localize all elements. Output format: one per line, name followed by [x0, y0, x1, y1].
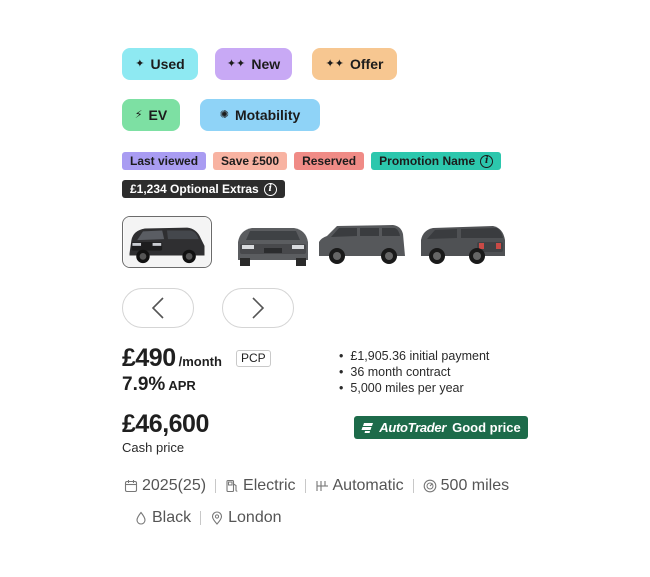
motability-icon: ✺ — [219, 108, 229, 121]
list-item: 36 month contract — [339, 364, 489, 380]
new-badge-label: New — [251, 56, 281, 72]
finance-details-list: £1,905.36 initial payment 36 month contr… — [339, 348, 489, 396]
chevron-right-icon — [252, 297, 265, 319]
offer-badge: ✦✦ Offer — [312, 48, 397, 80]
sparkles-icon: ✦✦ — [226, 57, 246, 70]
ev-badge: ⚡ EV — [122, 99, 180, 131]
price-indicator-rating: Good price — [452, 420, 521, 435]
car-image — [317, 216, 407, 268]
promotion-tag-label: Promotion Name — [379, 154, 476, 168]
monthly-price: £490 — [122, 344, 176, 372]
chevron-left-icon — [151, 297, 164, 319]
info-icon[interactable]: i — [480, 154, 494, 168]
optional-extras-tag[interactable]: £1,234 Optional Extras i — [122, 180, 285, 198]
list-item: 5,000 miles per year — [339, 380, 489, 396]
per-month-label: /month — [178, 354, 222, 369]
specs-row: Black London — [134, 509, 282, 527]
motability-badge-label: Motability — [234, 107, 301, 123]
gallery-thumbnail-side[interactable] — [317, 216, 407, 268]
new-badge: ✦✦ New — [215, 48, 292, 80]
offer-badge-label: Offer — [349, 56, 384, 72]
autotrader-logo-icon — [361, 422, 374, 433]
registration-year: 2025(25) — [142, 477, 207, 494]
ev-badge-label: EV — [148, 107, 168, 123]
price-indicator-badge: AutoTrader Good price — [354, 416, 528, 439]
gallery-thumbnail-front[interactable] — [228, 216, 318, 268]
list-item: £1,905.36 initial payment — [339, 348, 489, 364]
colour: Black — [152, 509, 192, 526]
sparkles-icon: ✦✦ — [325, 57, 344, 70]
previous-image-button[interactable] — [122, 288, 194, 328]
car-image — [417, 216, 507, 268]
finance-type-badge: PCP — [236, 350, 271, 367]
used-badge-label: Used — [150, 56, 185, 72]
price-indicator-brand: AutoTrader — [379, 420, 447, 435]
car-image — [228, 216, 318, 268]
gallery-thumbnail-rear-three-quarter[interactable] — [417, 216, 507, 268]
used-badge: ✦ Used — [122, 48, 198, 80]
specs-row: 2025(25) Electric Automatic 500 miles — [124, 477, 509, 495]
location-pin-icon — [210, 511, 224, 525]
cash-price-label: Cash price — [122, 440, 185, 455]
info-icon[interactable]: i — [263, 182, 277, 196]
reserved-tag: Reserved — [294, 152, 365, 170]
odometer-icon — [423, 479, 437, 493]
location: London — [228, 509, 282, 526]
mileage: 500 miles — [440, 477, 510, 494]
save-tag: Save £500 — [213, 152, 288, 170]
paint-drop-icon — [134, 511, 148, 525]
sparkle-icon: ✦ — [135, 57, 145, 70]
optional-extras-label: £1,234 Optional Extras — [130, 182, 259, 196]
next-image-button[interactable] — [222, 288, 294, 328]
cash-price: £46,600 — [122, 410, 209, 438]
calendar-icon — [124, 479, 138, 493]
transmission: Automatic — [332, 477, 404, 494]
apr-value: 7.9% — [122, 374, 166, 395]
lightning-icon: ⚡ — [134, 108, 143, 121]
gallery-thumbnail-front-three-quarter[interactable] — [122, 216, 212, 268]
motability-badge: ✺ Motability — [200, 99, 320, 131]
fuel-pump-icon — [225, 479, 239, 493]
last-viewed-tag: Last viewed — [122, 152, 207, 170]
apr-label: APR — [168, 378, 196, 393]
promotion-tag[interactable]: Promotion Name i — [371, 152, 502, 170]
car-image — [123, 217, 211, 267]
fuel-type: Electric — [243, 477, 296, 494]
gearbox-icon — [315, 479, 329, 493]
